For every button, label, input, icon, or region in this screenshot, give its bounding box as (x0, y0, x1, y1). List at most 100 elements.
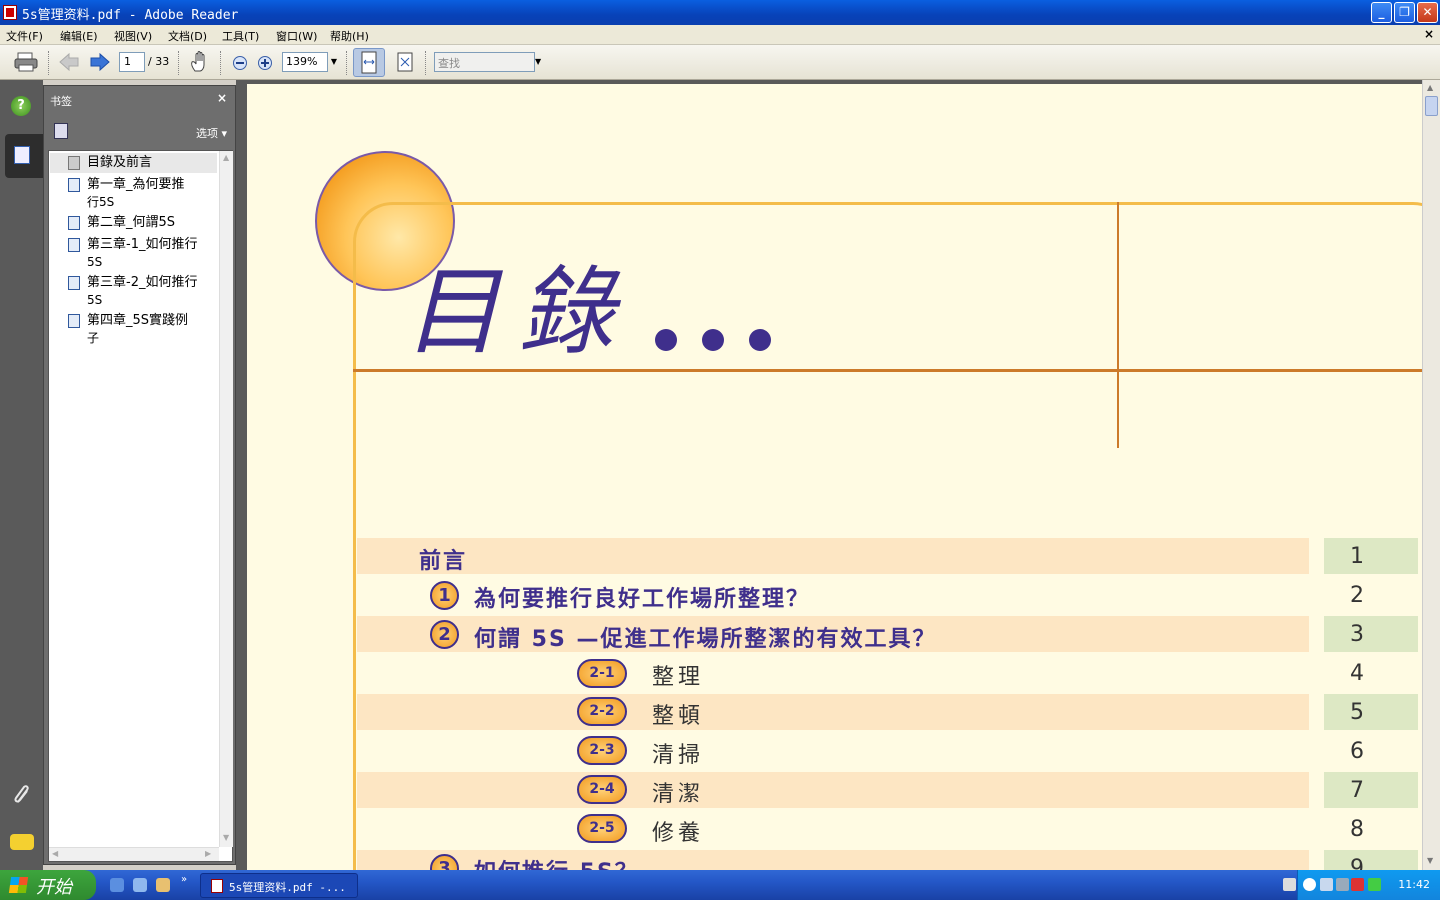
security-icon[interactable] (1351, 878, 1364, 891)
taskbar-adobe-reader-button[interactable]: 5s管理资料.pdf -... (200, 873, 358, 898)
toc-entry-text[interactable]: 清潔 (652, 776, 704, 808)
find-input[interactable]: 查找 (434, 52, 535, 72)
bookmark-label: 第三章-2_如何推行 (87, 275, 198, 290)
restore-button[interactable]: ❐ (1394, 2, 1415, 23)
scroll-down-icon[interactable]: ▼ (1427, 856, 1433, 865)
scroll-up-icon[interactable]: ▲ (223, 153, 229, 162)
previous-page-icon[interactable] (58, 52, 80, 74)
toc-entry-text[interactable]: 如何推行 5S？ (474, 854, 639, 870)
bookmarks-close-icon[interactable]: × (217, 91, 227, 105)
document-close-icon[interactable]: × (1424, 27, 1434, 41)
heading-rule (353, 369, 1422, 372)
close-button[interactable]: ✕ (1417, 2, 1438, 23)
show-desktop-icon[interactable] (110, 878, 124, 892)
start-button[interactable]: 开始 (0, 870, 96, 900)
toc-heading: 目錄 (404, 256, 632, 368)
bookmark-item[interactable]: 目錄及前言 (49, 155, 219, 175)
bookmarks-options-button[interactable]: 选项 ▾ (196, 125, 227, 141)
toc-page-number: 2 (1350, 583, 1364, 608)
bookmark-item[interactable]: 第一章_為何要推 行5S (49, 177, 219, 211)
bookmarks-tab[interactable] (5, 134, 43, 178)
quicklaunch-more-icon[interactable]: » (181, 874, 187, 885)
toolbar-separator (220, 51, 222, 75)
scroll-right-icon[interactable]: ▶ (205, 849, 211, 858)
menu-help[interactable]: 帮助(H) (330, 28, 369, 44)
toc-page-number: 8 (1350, 817, 1364, 842)
bookmark-item[interactable]: 第三章-1_如何推行 5S (49, 237, 219, 271)
toc-badge: 2-1 (577, 659, 627, 688)
toc-badge: 2-2 (577, 697, 627, 726)
toc-entry-text[interactable]: 為何要推行良好工作場所整理？ (474, 581, 810, 613)
menu-document[interactable]: 文档(D) (168, 28, 207, 44)
help-icon[interactable]: ? (11, 96, 31, 116)
toolbar-separator (178, 51, 180, 75)
toc-entry-text[interactable]: 整理 (652, 659, 704, 691)
antivirus-icon[interactable] (1368, 878, 1381, 891)
bookmark-page-icon (68, 238, 80, 252)
toc-entry-text[interactable]: 清掃 (652, 737, 704, 769)
zoom-dropdown-icon[interactable]: ▼ (328, 52, 340, 72)
toc-entry-text[interactable]: 整頓 (652, 698, 704, 730)
hand-tool-icon[interactable] (189, 51, 211, 76)
window-title: 5s管理资料.pdf - Adobe Reader (22, 8, 239, 23)
tray-expand-icon[interactable] (1303, 878, 1316, 891)
zoom-out-icon[interactable] (232, 55, 248, 74)
expand-bookmark-icon[interactable] (54, 123, 68, 139)
scrollbar-thumb[interactable] (1425, 96, 1438, 116)
scroll-left-icon[interactable]: ◀ (52, 849, 58, 858)
bookmark-label-line2: 子 (87, 331, 100, 345)
keyboard-icon[interactable] (1283, 878, 1296, 891)
bookmark-item[interactable]: 第三章-2_如何推行 5S (49, 275, 219, 309)
menu-tools[interactable]: 工具(T) (222, 28, 259, 44)
page-number-input[interactable]: 1 (119, 52, 145, 72)
minimize-button[interactable]: _ (1371, 2, 1392, 23)
bookmarks-horizontal-scrollbar[interactable]: ◀ ▶ (49, 847, 219, 861)
menu-file[interactable]: 文件(F) (6, 28, 43, 44)
comments-icon[interactable] (10, 834, 34, 850)
toc-entry-text[interactable]: 何謂 5S —促進工作場所整潔的有效工具？ (474, 621, 936, 653)
zoom-in-icon[interactable] (257, 55, 273, 74)
toc-badge: 2 (430, 620, 459, 649)
bookmark-item[interactable]: 第二章_何謂5S (49, 215, 219, 235)
toc-page-number: 1 (1350, 544, 1364, 569)
menu-window[interactable]: 窗口(W) (276, 28, 317, 44)
document-vertical-scrollbar[interactable]: ▲ ▼ (1422, 80, 1440, 870)
bookmark-label-line2: 行5S (87, 195, 115, 209)
scroll-up-icon[interactable]: ▲ (1427, 83, 1433, 92)
toc-page-number: 5 (1350, 700, 1364, 725)
network-icon[interactable] (1320, 878, 1333, 891)
bookmark-page-icon (68, 314, 80, 328)
heading-dot (702, 329, 724, 351)
bookmark-item[interactable]: 第四章_5S實踐例 子 (49, 313, 219, 347)
scroll-down-icon[interactable]: ▼ (223, 833, 229, 842)
system-tray: 11:42 (1297, 870, 1440, 900)
toc-entry-text[interactable]: 前言 (419, 543, 467, 575)
pane-splitter[interactable] (236, 80, 244, 870)
next-page-icon[interactable] (89, 52, 111, 74)
bookmark-page-icon (68, 178, 80, 192)
menu-edit[interactable]: 编辑(E) (60, 28, 98, 44)
toc-row-band (357, 694, 1309, 730)
toolbar-separator (48, 51, 50, 75)
print-icon[interactable] (14, 52, 38, 72)
toc-entry-text[interactable]: 修養 (652, 815, 704, 847)
bookmark-label-line2: 5S (87, 255, 103, 269)
messenger-icon[interactable] (156, 878, 170, 892)
start-label: 开始 (36, 877, 72, 898)
fit-width-button[interactable] (353, 48, 385, 77)
browser-icon[interactable] (133, 878, 147, 892)
zoom-level-input[interactable]: 139% (282, 52, 328, 72)
attachments-icon[interactable] (12, 782, 32, 811)
bookmarks-header: 书签 × (44, 86, 235, 114)
bookmark-page-icon (68, 216, 80, 230)
bookmarks-vertical-scrollbar[interactable]: ▲ ▼ (219, 151, 233, 847)
menu-view[interactable]: 视图(V) (114, 28, 152, 44)
toc-page-number: 4 (1350, 661, 1364, 686)
bookmarks-toolbar: 选项 ▾ (44, 114, 235, 148)
volume-icon[interactable] (1336, 878, 1349, 891)
toc-page-number: 7 (1350, 778, 1364, 803)
find-dropdown-icon[interactable]: ▼ (535, 52, 545, 72)
fit-page-icon[interactable] (394, 51, 416, 76)
pdf-app-icon (211, 879, 223, 893)
bookmark-label: 第二章_何謂5S (87, 215, 176, 230)
